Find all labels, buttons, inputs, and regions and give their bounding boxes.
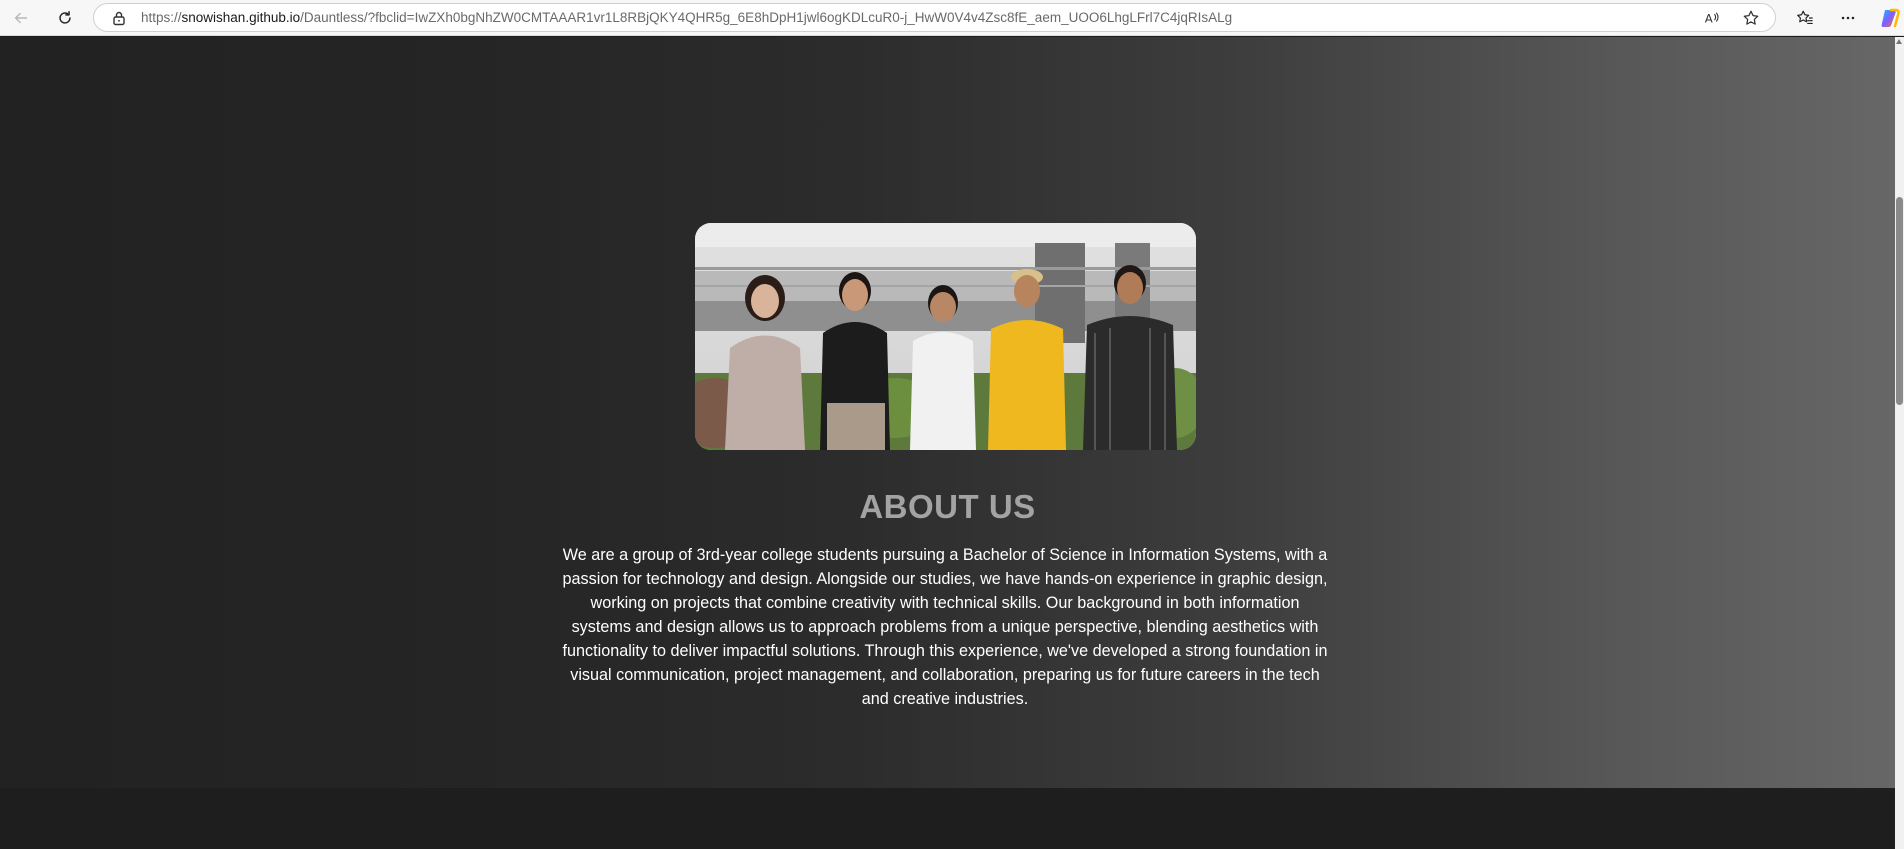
about-title: ABOUT US <box>859 488 1036 525</box>
url-host: snowishan.github.io <box>181 10 301 25</box>
more-button[interactable] <box>1834 4 1862 32</box>
url-prefix: https:// <box>141 10 182 25</box>
more-icon <box>1841 16 1855 20</box>
next-section <box>0 788 1895 849</box>
url-text[interactable]: https://snowishan.github.io/Dauntless/?f… <box>141 10 1681 25</box>
back-button[interactable] <box>7 4 35 32</box>
refresh-icon <box>59 10 71 24</box>
back-arrow-icon <box>14 12 28 24</box>
scroll-up-arrow-icon[interactable] <box>1896 39 1902 44</box>
page-viewport: ABOUT US We are a group of 3rd-year coll… <box>0 37 1895 849</box>
copilot-icon[interactable] <box>1879 7 1901 29</box>
favorites-button[interactable] <box>1791 4 1819 32</box>
about-description: We are a group of 3rd-year college stude… <box>562 546 1328 708</box>
svg-text:A: A <box>1705 12 1713 26</box>
address-bar[interactable]: https://snowishan.github.io/Dauntless/?f… <box>93 3 1776 32</box>
read-aloud-icon[interactable]: A <box>1703 9 1721 27</box>
url-path: /Dauntless/?fbclid=IwZXh0bgNhZW0CMTAAAR1… <box>300 10 1233 25</box>
favorites-icon <box>1797 10 1813 24</box>
scroll-thumb[interactable] <box>1896 197 1903 405</box>
browser-toolbar: https://snowishan.github.io/Dauntless/?f… <box>0 0 1904 36</box>
about-section: ABOUT US We are a group of 3rd-year coll… <box>0 37 1895 788</box>
page-scrollbar[interactable] <box>1895 37 1904 849</box>
refresh-button[interactable] <box>51 4 79 32</box>
star-icon[interactable] <box>1742 9 1760 27</box>
team-photo <box>695 223 1196 450</box>
team-photo-image <box>695 223 1196 450</box>
lock-icon[interactable] <box>111 10 127 26</box>
